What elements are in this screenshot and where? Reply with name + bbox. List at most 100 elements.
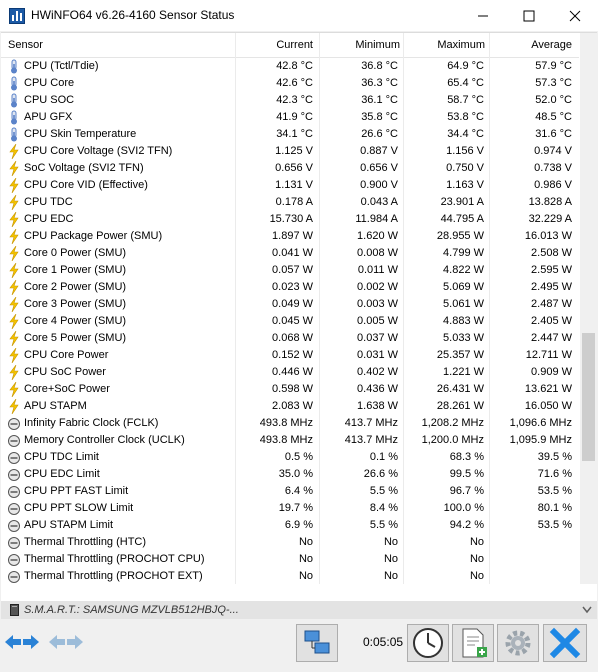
average-value: 53.5 % <box>537 485 572 497</box>
gauge-icon <box>8 503 20 515</box>
table-row[interactable]: SoC Voltage (SVI2 TFN) 0.656 V 0.656 V 0.75… <box>1 160 579 177</box>
table-row[interactable]: CPU EDC Limit 35.0 % 26.6 % 99.5 % 71.6 % <box>1 466 579 483</box>
current-value: 0.152 W <box>272 349 313 361</box>
vertical-scrollbar[interactable] <box>580 33 597 584</box>
close-sensors-button[interactable] <box>543 624 587 662</box>
table-row[interactable]: Thermal Throttling (PROCHOT EXT) No No No <box>1 568 579 585</box>
table-row[interactable]: Infinity Fabric Clock (FCLK) 493.8 MHz 413… <box>1 415 579 432</box>
thermometer-icon <box>11 76 17 91</box>
minimum-value: 0.1 % <box>369 451 398 463</box>
current-value: 0.178 A <box>275 196 313 208</box>
table-row[interactable]: CPU TDC Limit 0.5 % 0.1 % 68.3 % 39.5 % <box>1 449 579 466</box>
maximum-value: 94.2 % <box>449 519 484 531</box>
table-row[interactable]: Core 0 Power (SMU) 0.041 W 0.008 W 4.799 W 2… <box>1 245 579 262</box>
average-value: 16.050 W <box>524 400 572 412</box>
prev-next-nav-button[interactable] <box>2 624 44 662</box>
maximum-value: 4.822 W <box>443 264 484 276</box>
scroll-down-arrow-icon[interactable] <box>582 606 592 614</box>
minimum-value: 0.011 W <box>357 264 398 276</box>
table-row[interactable]: CPU SOC 42.3 °C 36.1 °C 58.7 °C 52.0 °C <box>1 92 579 109</box>
table-row[interactable]: APU GFX 41.9 °C 35.8 °C 53.8 °C 48.5 °C <box>1 109 579 126</box>
col-header-minimum[interactable]: Minimum <box>355 39 400 51</box>
maximum-value: No <box>469 570 484 582</box>
network-button[interactable] <box>296 624 338 662</box>
table-row[interactable]: Thermal Throttling (PROCHOT CPU) No No No <box>1 551 579 568</box>
col-header-current[interactable]: Current <box>276 39 313 51</box>
table-row[interactable]: Core 3 Power (SMU) 0.049 W 0.003 W 5.061 W 2… <box>1 296 579 313</box>
lightning-bolt-icon <box>9 144 19 159</box>
sensor-name: CPU Package Power (SMU) <box>24 230 163 242</box>
table-row[interactable]: CPU Core Voltage (SVI2 TFN) 1.125 V 0.887 … <box>1 143 579 160</box>
table-row[interactable]: Thermal Throttling (HTC) No No No <box>1 534 579 551</box>
drive-icon <box>10 604 19 616</box>
current-value: 15.730 A <box>269 213 313 225</box>
gauge-icon <box>8 571 20 583</box>
log-file-add-icon <box>462 628 487 658</box>
table-row[interactable]: CPU PPT FAST Limit 6.4 % 5.5 % 96.7 % 53.5 % <box>1 483 579 500</box>
current-value: 493.8 MHz <box>259 417 313 429</box>
table-row[interactable]: CPU SoC Power 0.446 W 0.402 W 1.221 W 0.909 … <box>1 364 579 381</box>
maximum-value: 58.7 °C <box>447 94 484 106</box>
maximum-value: 100.0 % <box>443 502 484 514</box>
current-value: 1.897 W <box>272 230 313 242</box>
minimum-value: 1.638 W <box>357 400 398 412</box>
settings-button[interactable] <box>497 624 539 662</box>
maximize-button[interactable] <box>506 0 552 31</box>
minimum-value: 1.620 W <box>357 230 398 242</box>
minimum-value: 11.984 A <box>355 213 398 225</box>
minimum-value: 26.6 % <box>363 468 398 480</box>
average-value: 0.986 V <box>534 179 572 191</box>
maximum-value: No <box>469 553 484 565</box>
network-computers-icon <box>304 630 330 654</box>
minimum-value: No <box>383 570 398 582</box>
minimum-value: 0.887 V <box>360 145 398 157</box>
current-value: No <box>298 553 313 565</box>
table-row[interactable]: CPU PPT SLOW Limit 19.7 % 8.4 % 100.0 % 80.1… <box>1 500 579 517</box>
collapse-expand-button[interactable] <box>46 624 86 662</box>
smart-group-row[interactable]: S.M.A.R.T.: SAMSUNG MZVLB512HBJQ-... <box>1 601 597 619</box>
table-row[interactable]: CPU Core VID (Effective) 1.131 V 0.900 V 1.… <box>1 177 579 194</box>
current-value: 6.9 % <box>284 519 313 531</box>
table-row[interactable]: Core 2 Power (SMU) 0.023 W 0.002 W 5.069 W 2… <box>1 279 579 296</box>
table-row[interactable]: Memory Controller Clock (UCLK) 493.8 MHz 4… <box>1 432 579 449</box>
table-row[interactable]: CPU Core Power 0.152 W 0.031 W 25.357 W 12.7… <box>1 347 579 364</box>
gauge-icon <box>8 418 20 430</box>
col-header-sensor[interactable]: Sensor <box>8 39 43 51</box>
title-bar: HWiNFO64 v6.26-4160 Sensor Status <box>0 0 598 31</box>
minimum-value: 413.7 MHz <box>344 417 398 429</box>
lightning-bolt-icon <box>9 399 19 414</box>
sensor-name: CPU SOC <box>24 94 75 106</box>
table-row[interactable]: CPU Skin Temperature 34.1 °C 26.6 °C 34.4 °… <box>1 126 579 143</box>
smart-group-label: S.M.A.R.T.: SAMSUNG MZVLB512HBJQ-... <box>24 604 239 616</box>
minimum-value: 0.043 A <box>360 196 398 208</box>
average-value: 2.405 W <box>531 315 572 327</box>
sensor-name: CPU EDC Limit <box>24 468 100 480</box>
sensor-name: CPU Core Power <box>24 349 109 361</box>
logging-button[interactable] <box>452 624 494 662</box>
table-row[interactable]: Core 5 Power (SMU) 0.068 W 0.037 W 5.033 W 2… <box>1 330 579 347</box>
maximum-value: 25.357 W <box>436 349 484 361</box>
table-row[interactable]: CPU (Tctl/Tdie) 42.8 °C 36.8 °C 64.9 °C 57.9… <box>1 58 579 75</box>
sensor-name: CPU Core <box>24 77 75 89</box>
table-row[interactable]: CPU EDC 15.730 A 11.984 A 44.795 A 32.229 A <box>1 211 579 228</box>
table-row[interactable]: Core 1 Power (SMU) 0.057 W 0.011 W 4.822 W 2… <box>1 262 579 279</box>
minimize-button[interactable] <box>460 0 506 31</box>
minimum-value: 36.8 °C <box>361 60 398 72</box>
col-header-average[interactable]: Average <box>531 39 572 51</box>
lightning-bolt-icon <box>9 229 19 244</box>
scrollbar-thumb[interactable] <box>582 333 595 461</box>
table-row[interactable]: Core 4 Power (SMU) 0.045 W 0.005 W 4.883 W 2… <box>1 313 579 330</box>
current-value: 0.598 W <box>272 383 313 395</box>
sensor-name: Core 1 Power (SMU) <box>24 264 127 276</box>
table-row[interactable]: CPU TDC 0.178 A 0.043 A 23.901 A 13.828 A <box>1 194 579 211</box>
table-row[interactable]: Core+SoC Power 0.598 W 0.436 W 26.431 W 13.6… <box>1 381 579 398</box>
sensor-name: Core 0 Power (SMU) <box>24 247 127 259</box>
table-row[interactable]: APU STAPM Limit 6.9 % 5.5 % 94.2 % 53.5 % <box>1 517 579 534</box>
table-row[interactable]: APU STAPM 2.083 W 1.638 W 28.261 W 16.050 W <box>1 398 579 415</box>
table-row[interactable]: CPU Core 42.6 °C 36.3 °C 65.4 °C 57.3 °C <box>1 75 579 92</box>
table-row[interactable]: CPU Package Power (SMU) 1.897 W 1.620 W 28.… <box>1 228 579 245</box>
close-button[interactable] <box>552 0 598 31</box>
clock-reset-button[interactable] <box>407 624 449 662</box>
col-header-maximum[interactable]: Maximum <box>437 39 485 51</box>
lightning-bolt-icon <box>9 314 19 329</box>
